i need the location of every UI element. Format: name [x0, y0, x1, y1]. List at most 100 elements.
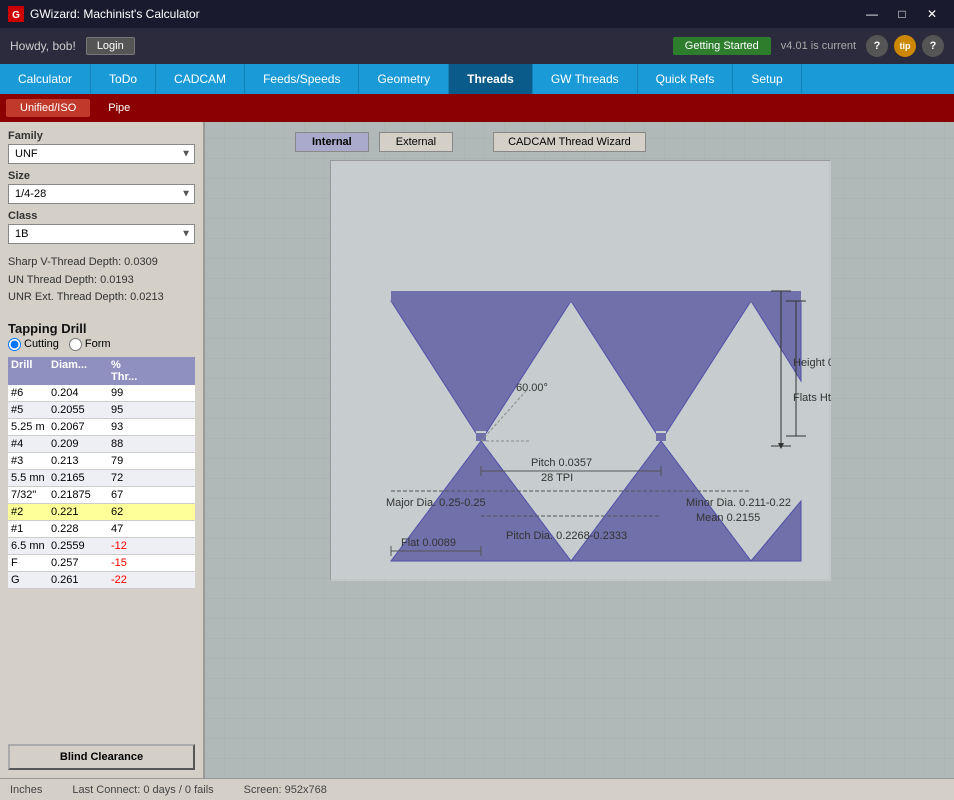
window-title: GWizard: Machinist's Calculator — [30, 7, 858, 21]
drill-cell: #3 — [8, 453, 48, 469]
nav-tabs: Calculator ToDo CADCAM Feeds/Speeds Geom… — [0, 64, 954, 94]
tab-quick-refs[interactable]: Quick Refs — [638, 64, 734, 94]
cutting-radio[interactable] — [8, 338, 21, 351]
tab-todo[interactable]: ToDo — [91, 64, 156, 94]
svg-text:Pitch 0.0357: Pitch 0.0357 — [531, 457, 592, 469]
family-dropdown[interactable]: UNFUNCUNEFMetric — [8, 144, 195, 164]
question-icon[interactable]: ? — [922, 35, 944, 57]
pct-cell: -12 — [108, 538, 152, 554]
tapping-drill-title: Tapping Drill — [8, 321, 195, 336]
tab-geometry[interactable]: Geometry — [359, 64, 449, 94]
drill-cell: G — [8, 572, 48, 588]
svg-text:Mean 0.2155: Mean 0.2155 — [696, 512, 760, 524]
version-text: v4.01 is current — [781, 40, 856, 52]
internal-button[interactable]: Internal — [295, 132, 369, 152]
table-header: Drill Diam... % Thr... — [8, 357, 195, 385]
drill-table-row[interactable]: #6 0.204 99 — [8, 385, 195, 402]
tab-cadcam[interactable]: CADCAM — [156, 64, 245, 94]
drill-table-row[interactable]: #2 0.221 62 — [8, 504, 195, 521]
screen-size-text: Screen: 952x768 — [244, 784, 327, 796]
pct-cell: 95 — [108, 402, 152, 418]
form-radio-label[interactable]: Form — [69, 338, 111, 351]
svg-text:Flats Ht 0.1193: Flats Ht 0.1193 — [793, 392, 831, 404]
svg-text:28 TPI: 28 TPI — [541, 472, 573, 484]
family-dropdown-wrap: UNFUNCUNEFMetric ▼ — [8, 144, 195, 164]
diam-cell: 0.2559 — [48, 538, 108, 554]
form-radio[interactable] — [69, 338, 82, 351]
pct-cell: 88 — [108, 436, 152, 452]
pct-cell: 99 — [108, 385, 152, 401]
svg-text:Pitch Dia. 0.2268-0.2333: Pitch Dia. 0.2268-0.2333 — [506, 530, 627, 542]
drill-cell: #5 — [8, 402, 48, 418]
blind-clearance-button[interactable]: Blind Clearance — [8, 744, 195, 770]
diam-cell: 0.2055 — [48, 402, 108, 418]
login-button[interactable]: Login — [86, 37, 135, 55]
tab-threads[interactable]: Threads — [449, 64, 533, 94]
diam-cell: 0.2067 — [48, 419, 108, 435]
class-dropdown[interactable]: 1B2B3B — [8, 224, 195, 244]
col-diam-header: Diam... — [48, 357, 108, 385]
drill-table-row[interactable]: G 0.261 -22 — [8, 572, 195, 589]
family-label: Family — [8, 130, 195, 142]
maximize-button[interactable]: □ — [888, 4, 916, 24]
subtab-unified-iso[interactable]: Unified/ISO — [6, 99, 90, 117]
pct-cell: 93 — [108, 419, 152, 435]
tip-icon[interactable]: tip — [894, 35, 916, 57]
family-section: Family UNFUNCUNEFMetric ▼ — [8, 130, 195, 164]
tab-gw-threads[interactable]: GW Threads — [533, 64, 638, 94]
minimize-button[interactable]: — — [858, 4, 886, 24]
statusbar: Inches Last Connect: 0 days / 0 fails Sc… — [0, 778, 954, 800]
diagram-controls: Internal External CADCAM Thread Wizard — [295, 132, 646, 152]
diam-cell: 0.261 — [48, 572, 108, 588]
drill-table-row[interactable]: 7/32" 0.21875 67 — [8, 487, 195, 504]
drill-cell: #6 — [8, 385, 48, 401]
pct-cell: 47 — [108, 521, 152, 537]
titlebar: G GWizard: Machinist's Calculator — □ ✕ — [0, 0, 954, 28]
drill-table-body[interactable]: #6 0.204 99 #5 0.2055 95 5.25 m 0.2067 9… — [8, 385, 195, 734]
tab-setup[interactable]: Setup — [733, 64, 801, 94]
tapping-drill-section: Tapping Drill Cutting Form — [8, 317, 195, 351]
cutting-radio-label[interactable]: Cutting — [8, 338, 59, 351]
pct-cell: 72 — [108, 470, 152, 486]
getting-started-button[interactable]: Getting Started — [673, 37, 771, 55]
sub-tabs: Unified/ISO Pipe — [0, 94, 954, 122]
help-globe-icon[interactable]: ? — [866, 35, 888, 57]
drill-table-row[interactable]: #3 0.213 79 — [8, 453, 195, 470]
size-dropdown[interactable]: 1/4-281/4-205/16-183/8-16 — [8, 184, 195, 204]
drill-table-row[interactable]: 5.5 mn 0.2165 72 — [8, 470, 195, 487]
svg-text:Minor Dia. 0.211-0.22: Minor Dia. 0.211-0.22 — [686, 497, 791, 509]
app-icon: G — [8, 6, 24, 22]
drill-cell: #1 — [8, 521, 48, 537]
diam-cell: 0.213 — [48, 453, 108, 469]
drill-cell: 5.25 m — [8, 419, 48, 435]
drill-table-row[interactable]: 6.5 mn 0.2559 -12 — [8, 538, 195, 555]
external-button[interactable]: External — [379, 132, 453, 152]
sharp-v-depth: Sharp V-Thread Depth: 0.0309 — [8, 254, 195, 272]
drill-table-row[interactable]: #1 0.228 47 — [8, 521, 195, 538]
subtab-pipe[interactable]: Pipe — [94, 99, 144, 117]
pct-cell: 79 — [108, 453, 152, 469]
col-scroll-placeholder — [152, 357, 168, 385]
tab-calculator[interactable]: Calculator — [0, 64, 91, 94]
tab-feeds-speeds[interactable]: Feeds/Speeds — [245, 64, 359, 94]
svg-text:Major Dia. 0.25-0.25: Major Dia. 0.25-0.25 — [386, 497, 486, 509]
drill-table-row[interactable]: #5 0.2055 95 — [8, 402, 195, 419]
size-label: Size — [8, 170, 195, 182]
thread-info-block: Sharp V-Thread Depth: 0.0309 UN Thread D… — [8, 250, 195, 311]
drill-table-row[interactable]: F 0.257 -15 — [8, 555, 195, 572]
cadcam-thread-wizard-button[interactable]: CADCAM Thread Wizard — [493, 132, 646, 152]
drill-table-row[interactable]: #4 0.209 88 — [8, 436, 195, 453]
drill-table-row[interactable]: 5.25 m 0.2067 93 — [8, 419, 195, 436]
close-button[interactable]: ✕ — [918, 4, 946, 24]
last-connect-text: Last Connect: 0 days / 0 fails — [72, 784, 213, 796]
pct-cell: -15 — [108, 555, 152, 571]
units-text: Inches — [10, 784, 42, 796]
class-section: Class 1B2B3B ▼ — [8, 210, 195, 244]
pct-cell: 62 — [108, 504, 152, 520]
diam-cell: 0.21875 — [48, 487, 108, 503]
svg-text:G: G — [12, 10, 20, 21]
form-label: Form — [85, 338, 111, 350]
drill-cell: F — [8, 555, 48, 571]
diam-cell: 0.209 — [48, 436, 108, 452]
thread-diagram: Height 0.0309 Flats Ht 0.1193 60.00° Pit… — [330, 160, 830, 580]
